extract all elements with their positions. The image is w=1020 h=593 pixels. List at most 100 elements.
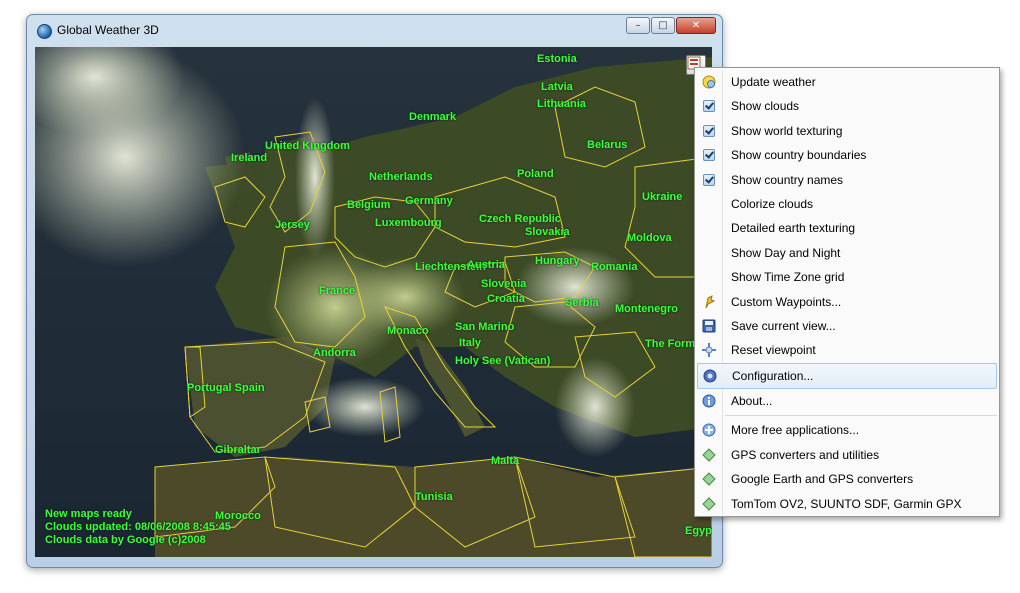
menu-item-save-current-view[interactable]: Save current view... [695, 314, 999, 338]
menu-item-label: About... [731, 394, 773, 409]
menu-item-label: Google Earth and GPS converters [731, 472, 914, 487]
menu-item-google-earth-converters[interactable]: Google Earth and GPS converters [695, 467, 999, 491]
checkmark-icon [703, 149, 715, 162]
menu-item-label: Show Time Zone grid [731, 270, 845, 285]
country-label: Romania [591, 261, 638, 273]
crosshair-icon [702, 343, 716, 358]
country-label: Montenegro [615, 303, 678, 315]
country-label: Italy [459, 337, 482, 349]
checkmark-icon [703, 124, 715, 137]
app-window: Global Weather 3D – □ ✕ Estonia Latvia L… [26, 14, 723, 568]
map-artwork [35, 47, 712, 557]
status-line: New maps ready [45, 508, 132, 520]
menu-item-about[interactable]: About... [695, 389, 999, 413]
country-label: Slovakia [525, 226, 570, 238]
menu-item-label: Update weather [731, 75, 816, 89]
globe-map-view[interactable]: Estonia Latvia Lithuania Denmark Belarus… [35, 47, 712, 557]
menu-item-label: Show clouds [731, 99, 800, 114]
status-line: Clouds updated: 08/06/2008 8:45:45 [45, 521, 231, 533]
menu-item-tomtom-suunto-garmin[interactable]: TomTom OV2, SUUNTO SDF, Garmin GPX [695, 492, 999, 516]
country-label: Germany [405, 195, 453, 207]
menu-item-label: Show world texturing [731, 123, 843, 138]
window-title: Global Weather 3D [57, 23, 159, 37]
country-label: Belarus [587, 139, 628, 151]
menu-item-label: Detailed earth texturing [731, 221, 856, 236]
country-label: Denmark [409, 111, 457, 123]
country-label: Slovenia [481, 278, 527, 290]
menu-item-update-weather[interactable]: Update weather [695, 70, 999, 94]
menu-separator [725, 415, 997, 417]
country-label: Monaco [387, 325, 429, 337]
country-label: Gibraltar [215, 444, 261, 456]
menu-item-label: Show Day and Night [731, 245, 841, 260]
menu-item-label: Colorize clouds [731, 196, 814, 211]
menu-item-label: More free applications... [731, 423, 860, 438]
menu-item-show-clouds[interactable]: Show clouds [695, 94, 999, 118]
menu-item-label: Show country boundaries [731, 148, 867, 163]
country-label: Luxembourg [375, 217, 442, 229]
country-label: Moldova [627, 232, 672, 244]
minimize-button[interactable]: – [626, 17, 650, 34]
country-label: Tunisia [415, 491, 453, 503]
country-label: Czech Republic [479, 213, 561, 225]
menu-item-show-world-texturing[interactable]: Show world texturing [695, 119, 999, 143]
status-overlay: New maps ready Clouds updated: 08/06/200… [45, 508, 231, 547]
menu-item-gps-converters[interactable]: GPS converters and utilities [695, 443, 999, 467]
menu-item-reset-viewpoint[interactable]: Reset viewpoint [695, 338, 999, 362]
close-button[interactable]: ✕ [676, 17, 716, 34]
status-line: Clouds data by Google (c)2008 [45, 534, 206, 546]
menu-item-label: Show country names [731, 172, 844, 187]
menu-item-label: Reset viewpoint [731, 343, 816, 358]
menu-item-show-country-boundaries[interactable]: Show country boundaries [695, 143, 999, 167]
country-label: Holy See (Vatican) [455, 355, 551, 367]
country-label: Egypt [685, 525, 712, 537]
info-icon [702, 394, 716, 408]
maximize-button[interactable]: □ [651, 17, 675, 34]
menu-item-detailed-earth-texturing[interactable]: Detailed earth texturing [695, 216, 999, 240]
country-label: Poland [517, 168, 554, 180]
menu-item-label: Save current view... [731, 318, 836, 333]
menu-item-label: TomTom OV2, SUUNTO SDF, Garmin GPX [731, 496, 962, 511]
gps-icon [702, 448, 716, 462]
menu-item-colorize-clouds[interactable]: Colorize clouds [695, 192, 999, 216]
country-label: Austria [467, 259, 505, 271]
country-label: Hungary [535, 255, 580, 267]
globe-icon [37, 24, 52, 39]
gps-icon [702, 472, 716, 486]
menu-item-configuration[interactable]: Configuration... [697, 362, 997, 390]
weather-update-icon [702, 75, 716, 89]
gps-icon [702, 496, 716, 511]
country-label: Ukraine [642, 191, 683, 203]
country-label: France [319, 285, 356, 297]
menu-item-label: GPS converters and utilities [731, 447, 880, 462]
title-bar[interactable]: Global Weather 3D – □ ✕ [27, 15, 722, 45]
country-label: Ireland [231, 152, 268, 164]
menu-item-show-day-night[interactable]: Show Day and Night [695, 241, 999, 265]
country-label: Portugal Spain [187, 382, 265, 394]
window-controls: – □ ✕ [625, 17, 716, 34]
country-label: San Marino [455, 321, 515, 333]
menu-item-label: Configuration... [732, 368, 814, 383]
country-label: Netherlands [369, 171, 433, 183]
save-disk-icon [702, 319, 716, 333]
country-label: Jersey [275, 219, 310, 231]
context-menu: Update weather Show clouds Show world te… [694, 67, 1000, 517]
waypoint-pin-icon [705, 294, 716, 308]
country-label: Latvia [541, 81, 573, 93]
country-label: Croatia [487, 293, 525, 305]
checkmark-icon [703, 100, 715, 113]
country-label: Serbia [565, 297, 599, 309]
country-label: Belgium [347, 199, 391, 211]
country-label: United Kingdom [265, 140, 350, 152]
gear-icon [703, 369, 717, 383]
country-label: Estonia [537, 53, 577, 65]
plus-circle-icon [702, 423, 716, 437]
menu-item-show-time-zone-grid[interactable]: Show Time Zone grid [695, 265, 999, 289]
checkmark-icon [703, 173, 715, 186]
menu-item-more-free-applications[interactable]: More free applications... [695, 418, 999, 442]
menu-item-custom-waypoints[interactable]: Custom Waypoints... [695, 290, 999, 314]
menu-item-show-country-names[interactable]: Show country names [695, 168, 999, 192]
country-label: Lithuania [537, 98, 586, 110]
menu-item-label: Custom Waypoints... [731, 294, 842, 309]
country-label: Andorra [313, 347, 356, 359]
